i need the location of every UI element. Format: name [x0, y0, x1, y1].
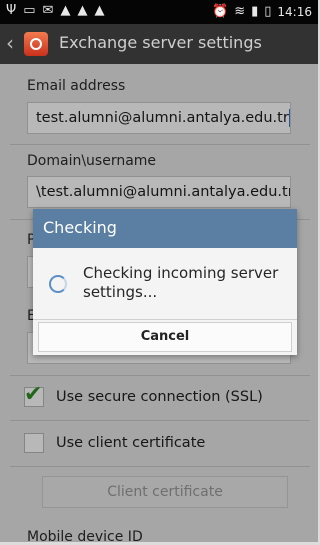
image-icon: ▭ [23, 3, 36, 18]
signal-icon: ▮ [251, 4, 259, 19]
sms-icon: ✉ [42, 3, 54, 18]
warning-icon: ▲ [60, 3, 71, 18]
status-icons-right: ⏰ ≋ ▮ ▯ 14:16 [212, 3, 312, 21]
page-title: Exchange server settings [59, 33, 262, 52]
dialog-message: Checking incoming server settings... [83, 264, 279, 301]
usb-icon: Ψ [6, 3, 17, 18]
warning-icon: ▲ [94, 3, 105, 18]
cancel-button[interactable]: Cancel [38, 322, 292, 352]
wifi-icon: ≋ [234, 4, 246, 19]
loading-spinner-icon [49, 275, 67, 293]
back-arrow-icon[interactable]: ‹ [6, 32, 14, 54]
warning-icon: ▲ [77, 3, 88, 18]
dialog-separator [33, 319, 297, 320]
checking-dialog: Checking Checking incoming server settin… [33, 209, 297, 355]
status-icons-left: Ψ ▭ ✉ ▲ ▲ ▲ [6, 2, 104, 20]
alarm-icon: ⏰ [212, 4, 229, 19]
battery-icon: ▯ [264, 4, 272, 19]
dialog-title: Checking [43, 218, 117, 237]
status-time: 14:16 [277, 5, 312, 19]
action-bar: ‹ Exchange server settings [0, 24, 318, 64]
email-app-icon[interactable] [24, 32, 48, 56]
status-bar: Ψ ▭ ✉ ▲ ▲ ▲ ⏰ ≋ ▮ ▯ 14:16 [0, 0, 318, 24]
dialog-title-bar: Checking [33, 209, 297, 248]
